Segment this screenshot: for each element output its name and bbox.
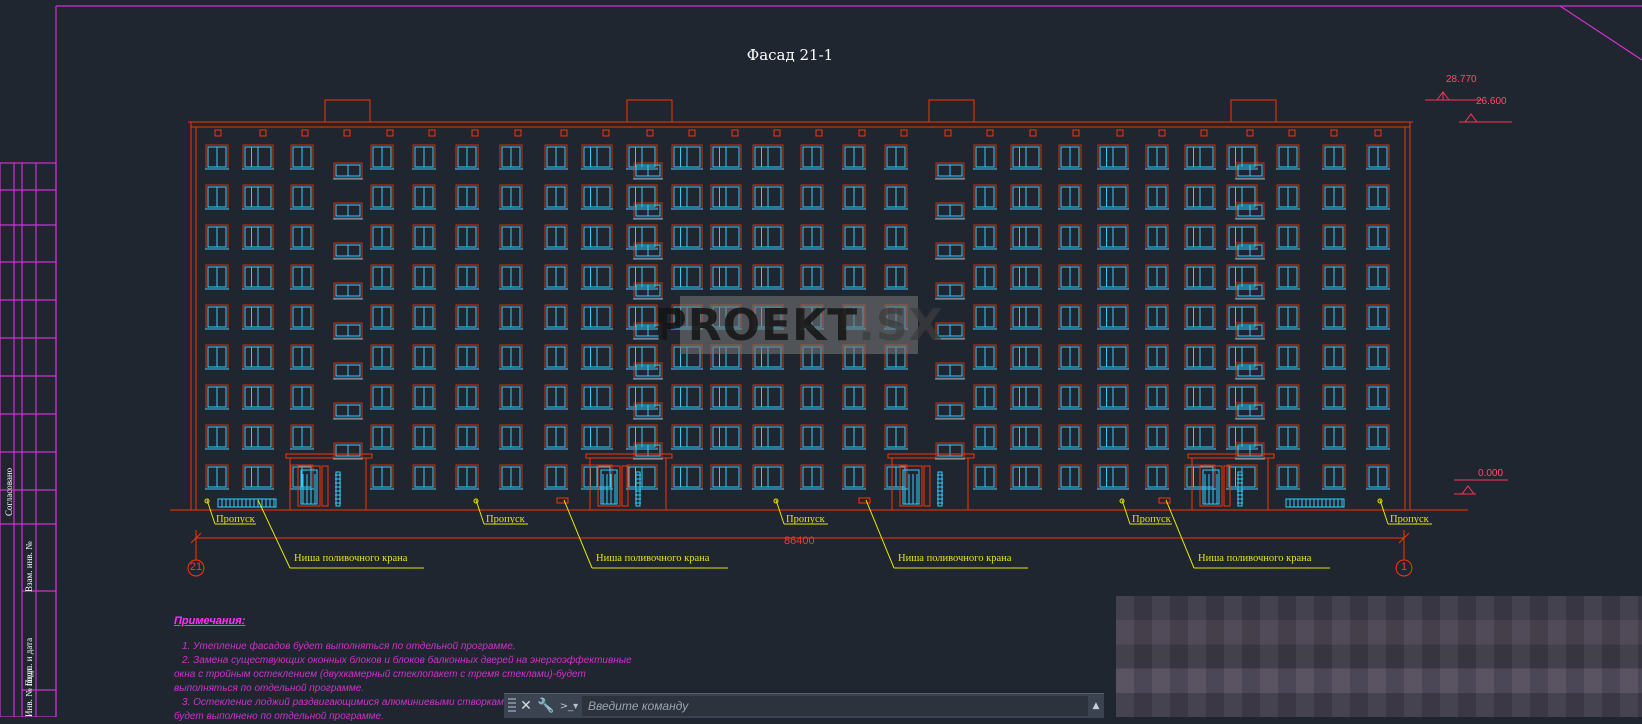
watermark-text-left: PROEKT (654, 299, 859, 351)
stamp-replaced-inv: Взам. инв. № (24, 541, 34, 592)
command-line-bar: ✕ 🔧 >_▾ ▲ (504, 693, 1104, 718)
callout-propusk: Пропуск (216, 514, 255, 525)
axis-label-right: 1 (1400, 561, 1408, 573)
elevation-marks (1425, 91, 1512, 495)
note-line: окна с тройным остеклением (двухкамерный… (174, 669, 586, 680)
chevron-up-icon[interactable]: ▲ (1088, 701, 1104, 711)
callout-propusk: Пропуск (1132, 514, 1171, 525)
wrench-icon[interactable]: 🔧 (536, 696, 556, 716)
note-line: 2. Замена существующих оконных блоков и … (182, 655, 632, 666)
stamp-agreed: Согласовано (4, 467, 14, 516)
facade-title: Фасад 21-1 (746, 46, 834, 64)
callout-nisha: Ниша поливочного крана (1198, 553, 1312, 564)
elevation-label-top: 28.770 (1446, 74, 1477, 85)
axis-label-left: 21 (189, 561, 203, 573)
pixelated-region (1116, 596, 1642, 717)
callout-nisha: Ниша поливочного крана (294, 553, 408, 564)
callout-propusk: Пропуск (1390, 514, 1429, 525)
command-input[interactable] (582, 696, 1088, 716)
notes-title: Примечания: (174, 615, 246, 627)
callout-nisha: Ниша поливочного крана (596, 553, 710, 564)
note-line: 1. Утепление фасадов будет выполняться п… (182, 641, 516, 652)
callout-propusk: Пропуск (486, 514, 525, 525)
overall-dimension: 86400 (784, 535, 815, 547)
elevation-label-roof: 26.600 (1476, 96, 1507, 107)
grip-handle[interactable] (508, 698, 516, 714)
watermark-text-right: .SX (858, 299, 944, 351)
callout-nisha: Ниша поливочного крана (898, 553, 1012, 564)
elevation-label-ground: 0.000 (1478, 468, 1504, 479)
command-prompt-icon[interactable]: >_▾ (556, 697, 582, 715)
stamp-inv-orig: Инв. № подл. (24, 665, 34, 717)
callout-propusk: Пропуск (786, 514, 825, 525)
close-icon[interactable]: ✕ (516, 696, 536, 716)
watermark: PROEKT .SX (654, 296, 943, 354)
